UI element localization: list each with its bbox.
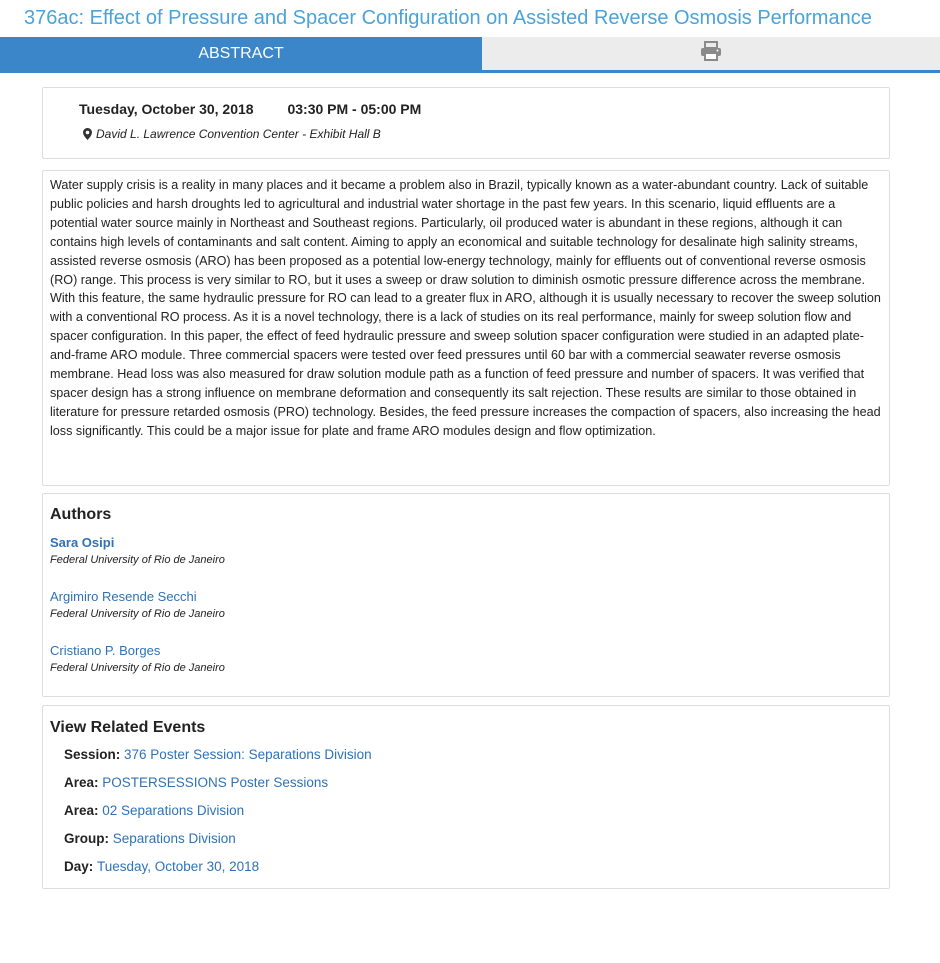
related-key: Day: — [64, 859, 98, 874]
session-date: Tuesday, October 30, 2018 — [79, 101, 254, 117]
page-title: 376ac: Effect of Pressure and Spacer Con… — [24, 7, 872, 29]
abstract-text: Water supply crisis is a reality in many… — [50, 178, 881, 438]
session-location-text: David L. Lawrence Convention Center - Ex… — [96, 127, 381, 141]
related-area-row: Area: 02 Separations Division — [64, 803, 244, 818]
related-session-link[interactable]: 376 Poster Session: Separations Division — [124, 747, 372, 762]
map-marker-icon — [83, 128, 92, 140]
tab-abstract-label: ABSTRACT — [198, 44, 284, 62]
related-area-row: Area: POSTERSESSIONS Poster Sessions — [64, 775, 328, 790]
related-area-link[interactable]: POSTERSESSIONS Poster Sessions — [102, 775, 328, 790]
session-time: 03:30 PM - 05:00 PM — [287, 101, 422, 117]
author-affiliation: Federal University of Rio de Janeiro — [50, 554, 225, 566]
tab-abstract[interactable]: ABSTRACT — [0, 37, 482, 70]
author-item: Cristiano P. Borges Federal University o… — [50, 643, 225, 674]
related-events-panel: View Related Events Session: 376 Poster … — [42, 705, 890, 889]
abstract-panel: Water supply crisis is a reality in many… — [42, 170, 890, 486]
session-datetime: Tuesday, October 30, 2018 03:30 PM - 05:… — [79, 101, 421, 117]
related-key: Session: — [64, 747, 125, 762]
author-affiliation: Federal University of Rio de Janeiro — [50, 662, 225, 674]
author-name-link[interactable]: Cristiano P. Borges — [50, 643, 225, 658]
author-item: Argimiro Resende Secchi Federal Universi… — [50, 589, 225, 620]
related-key: Group: — [64, 831, 113, 846]
session-time-panel: Tuesday, October 30, 2018 03:30 PM - 05:… — [42, 87, 890, 159]
author-name-link[interactable]: Sara Osipi — [50, 535, 225, 550]
author-name-link[interactable]: Argimiro Resende Secchi — [50, 589, 225, 604]
related-group-link[interactable]: Separations Division — [113, 831, 236, 846]
tab-print[interactable] — [482, 37, 940, 70]
session-location: David L. Lawrence Convention Center - Ex… — [83, 127, 381, 141]
related-session-row: Session: 376 Poster Session: Separations… — [64, 747, 372, 762]
related-key: Area: — [64, 803, 103, 818]
printer-icon — [700, 41, 722, 66]
related-area-link[interactable]: 02 Separations Division — [102, 803, 244, 818]
related-day-link[interactable]: Tuesday, October 30, 2018 — [97, 859, 259, 874]
related-events-heading: View Related Events — [50, 719, 206, 736]
related-day-row: Day: Tuesday, October 30, 2018 — [64, 859, 259, 874]
tab-bar: ABSTRACT — [0, 37, 940, 73]
author-affiliation: Federal University of Rio de Janeiro — [50, 608, 225, 620]
related-key: Area: — [64, 775, 103, 790]
author-item: Sara Osipi Federal University of Rio de … — [50, 535, 225, 566]
authors-heading: Authors — [50, 506, 112, 523]
related-group-row: Group: Separations Division — [64, 831, 236, 846]
authors-panel: Authors Sara Osipi Federal University of… — [42, 493, 890, 697]
